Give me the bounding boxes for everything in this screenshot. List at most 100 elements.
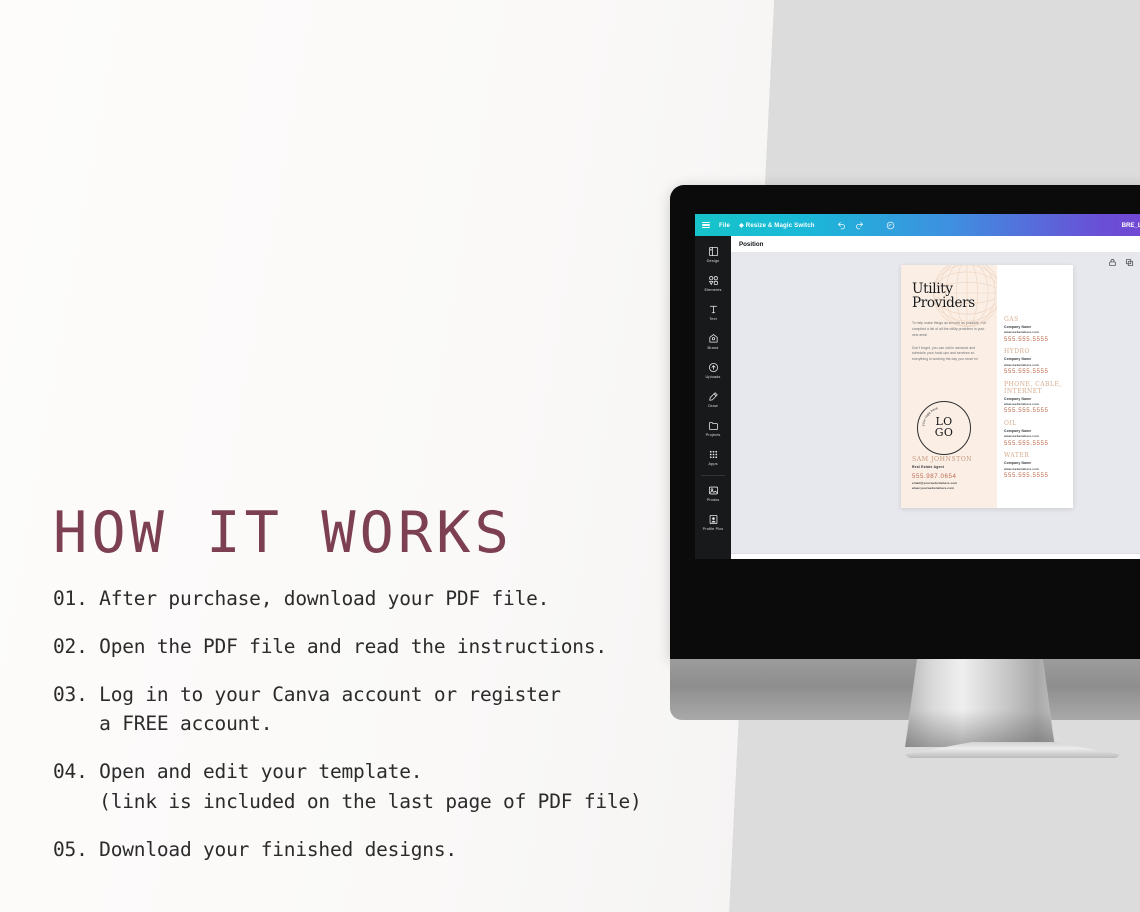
utility-phone: 555.555.5555: [1004, 439, 1049, 447]
logo-line2: GO: [934, 426, 954, 439]
utility-phone: 555.555.5555: [1004, 335, 1049, 343]
agent-website: www.yourwebsitehere.com: [912, 486, 955, 490]
monitor-screen: File ◆ Resize & Magic Switch BRE_LM_Util…: [695, 214, 1140, 559]
sidebar-item-apps[interactable]: Apps: [695, 443, 731, 472]
monitor-mockup: File ◆ Resize & Magic Switch BRE_LM_Util…: [670, 185, 1140, 720]
utility-name: OIL: [1004, 419, 1017, 427]
list-item: 05. Download your finished designs.: [53, 837, 457, 861]
text-icon: [708, 304, 719, 315]
projects-icon: [708, 420, 719, 431]
monitor-chin: [670, 659, 1140, 720]
object-toolbar: Position: [731, 236, 1140, 253]
design-icon: [708, 246, 719, 257]
steps-list: 01. After purchase, download your PDF fi…: [53, 584, 713, 865]
sidebar-item-label: Design: [706, 258, 720, 264]
sidebar-item-label: Draw: [708, 403, 718, 409]
redo-icon[interactable]: [855, 221, 864, 230]
sidebar-item-draw[interactable]: Draw: [695, 385, 731, 414]
resize-magic-switch-button[interactable]: ◆ Resize & Magic Switch: [739, 222, 815, 229]
utility-company: Company Name: [1004, 428, 1032, 433]
page-root: HOW IT WORKS 01. After purchase, downloa…: [0, 0, 1140, 912]
sidebar-item-projects[interactable]: Projects: [695, 414, 731, 443]
canvas-scroll-area[interactable]: Utility Providers To help make things as…: [731, 253, 1140, 559]
agent-phone: 555.987.0654: [912, 472, 957, 480]
editor-sidebar[interactable]: Design Elements Text Brand Uploads Draw …: [695, 236, 731, 559]
lock-icon[interactable]: [1108, 258, 1117, 267]
utility-website: www.websitehere.com: [1004, 362, 1039, 367]
utility-entry: PHONE, CABLE, INTERNET Company Name www.…: [1004, 380, 1067, 415]
sidebar-item-label: Projects: [705, 432, 721, 438]
sidebar-item-label: Elements: [704, 287, 722, 293]
photos-icon: [708, 485, 719, 496]
profile-pics-icon: [708, 514, 719, 525]
undo-icon[interactable]: [837, 221, 846, 230]
sidebar-item-label: Text: [709, 316, 717, 322]
position-button[interactable]: Position: [739, 241, 763, 248]
sidebar-item-text[interactable]: Text: [695, 298, 731, 327]
agent-email: email@yourwebsitehere.com: [912, 480, 958, 485]
design-right-column: GAS Company Name www.websitehere.com 555…: [997, 265, 1073, 508]
design-heading: Utility Providers: [912, 282, 987, 310]
utility-name: WATER: [1004, 452, 1030, 460]
hamburger-icon[interactable]: [702, 221, 710, 229]
duplicate-icon[interactable]: [1125, 258, 1134, 267]
utility-website: www.websitehere.com: [1004, 401, 1039, 406]
utility-website: www.websitehere.com: [1004, 434, 1039, 439]
sidebar-item-label: Uploads: [705, 374, 721, 380]
logo-placeholder: your logo here LO GO: [917, 401, 971, 455]
agent-name: SAM JOHNSTON: [912, 456, 973, 464]
utility-entry: HYDRO Company Name www.websitehere.com 5…: [1004, 348, 1067, 376]
sidebar-item-label: Photos: [706, 497, 720, 503]
sidebar-item-uploads[interactable]: Uploads: [695, 356, 731, 385]
sidebar-item-photos[interactable]: Photos: [695, 479, 731, 508]
sidebar-item-label: Apps: [708, 461, 718, 467]
utility-company: Company Name: [1004, 357, 1032, 362]
utility-phone: 555.555.5555: [1004, 407, 1049, 415]
sidebar-item-profile-pics[interactable]: Profile Pics: [695, 508, 731, 537]
utility-company: Company Name: [1004, 396, 1032, 401]
page-title: HOW IT WORKS: [53, 500, 513, 566]
cloud-sync-icon[interactable]: [886, 221, 895, 230]
sidebar-divider: [701, 475, 725, 476]
design-paragraph: To help make things as smooth as possibl…: [912, 321, 987, 337]
design-left-column: Utility Providers To help make things as…: [901, 265, 1001, 508]
brand-icon: [708, 333, 719, 344]
list-item: 01. After purchase, download your PDF fi…: [53, 587, 550, 610]
utility-website: www.websitehere.com: [1004, 466, 1039, 471]
design-heading-line2: Providers: [912, 295, 975, 312]
design-heading-line1: Utility: [912, 281, 953, 297]
agent-role: Real Estate Agent: [912, 464, 945, 469]
list-item: 03. Log in to your Canva account or regi…: [53, 682, 561, 736]
design-canvas[interactable]: Utility Providers To help make things as…: [901, 265, 1073, 508]
uploads-icon: [708, 362, 719, 373]
how-it-works-section: HOW IT WORKS 01. After purchase, downloa…: [53, 505, 713, 865]
file-menu-button[interactable]: File: [719, 222, 730, 229]
utility-website: www.websitehere.com: [1004, 330, 1039, 335]
sidebar-item-design[interactable]: Design: [695, 240, 731, 269]
apps-icon: [708, 449, 719, 460]
utility-name: HYDRO: [1004, 348, 1030, 356]
utility-entry: WATER Company Name www.websitehere.com 5…: [1004, 452, 1067, 480]
utility-company: Company Name: [1004, 461, 1032, 466]
draw-icon: [708, 391, 719, 402]
sidebar-item-brand[interactable]: Brand: [695, 327, 731, 356]
utility-entry: OIL Company Name www.websitehere.com 555…: [1004, 419, 1067, 447]
utility-name: PHONE, CABLE, INTERNET: [1004, 380, 1062, 395]
monitor-stand-neck: [905, 659, 1055, 747]
sidebar-item-elements[interactable]: Elements: [695, 269, 731, 298]
editor-footer-bar: [731, 553, 1140, 559]
utility-company: Company Name: [1004, 325, 1032, 330]
list-item: 02. Open the PDF file and read the instr…: [53, 634, 607, 658]
sidebar-item-label: Profile Pics: [702, 526, 724, 532]
design-paragraph: Don't forget, you can call in advance an…: [912, 345, 978, 362]
utility-phone: 555.555.5555: [1004, 472, 1049, 480]
logo-text: LO GO: [934, 416, 954, 439]
elements-icon: [708, 275, 719, 286]
selected-object-tools: [1108, 258, 1140, 267]
editor-area: Position Utility Providers To help make …: [731, 236, 1140, 559]
utility-name: GAS: [1004, 316, 1019, 323]
list-item: 04. Open and edit your template. (link i…: [53, 760, 642, 814]
utility-entry: GAS Company Name www.websitehere.com 555…: [1004, 316, 1067, 343]
document-title[interactable]: BRE_LM_Utility-Provid: [1122, 214, 1140, 236]
agent-contact-block: SAM JOHNSTON Real Estate Agent 555.987.0…: [912, 456, 996, 490]
